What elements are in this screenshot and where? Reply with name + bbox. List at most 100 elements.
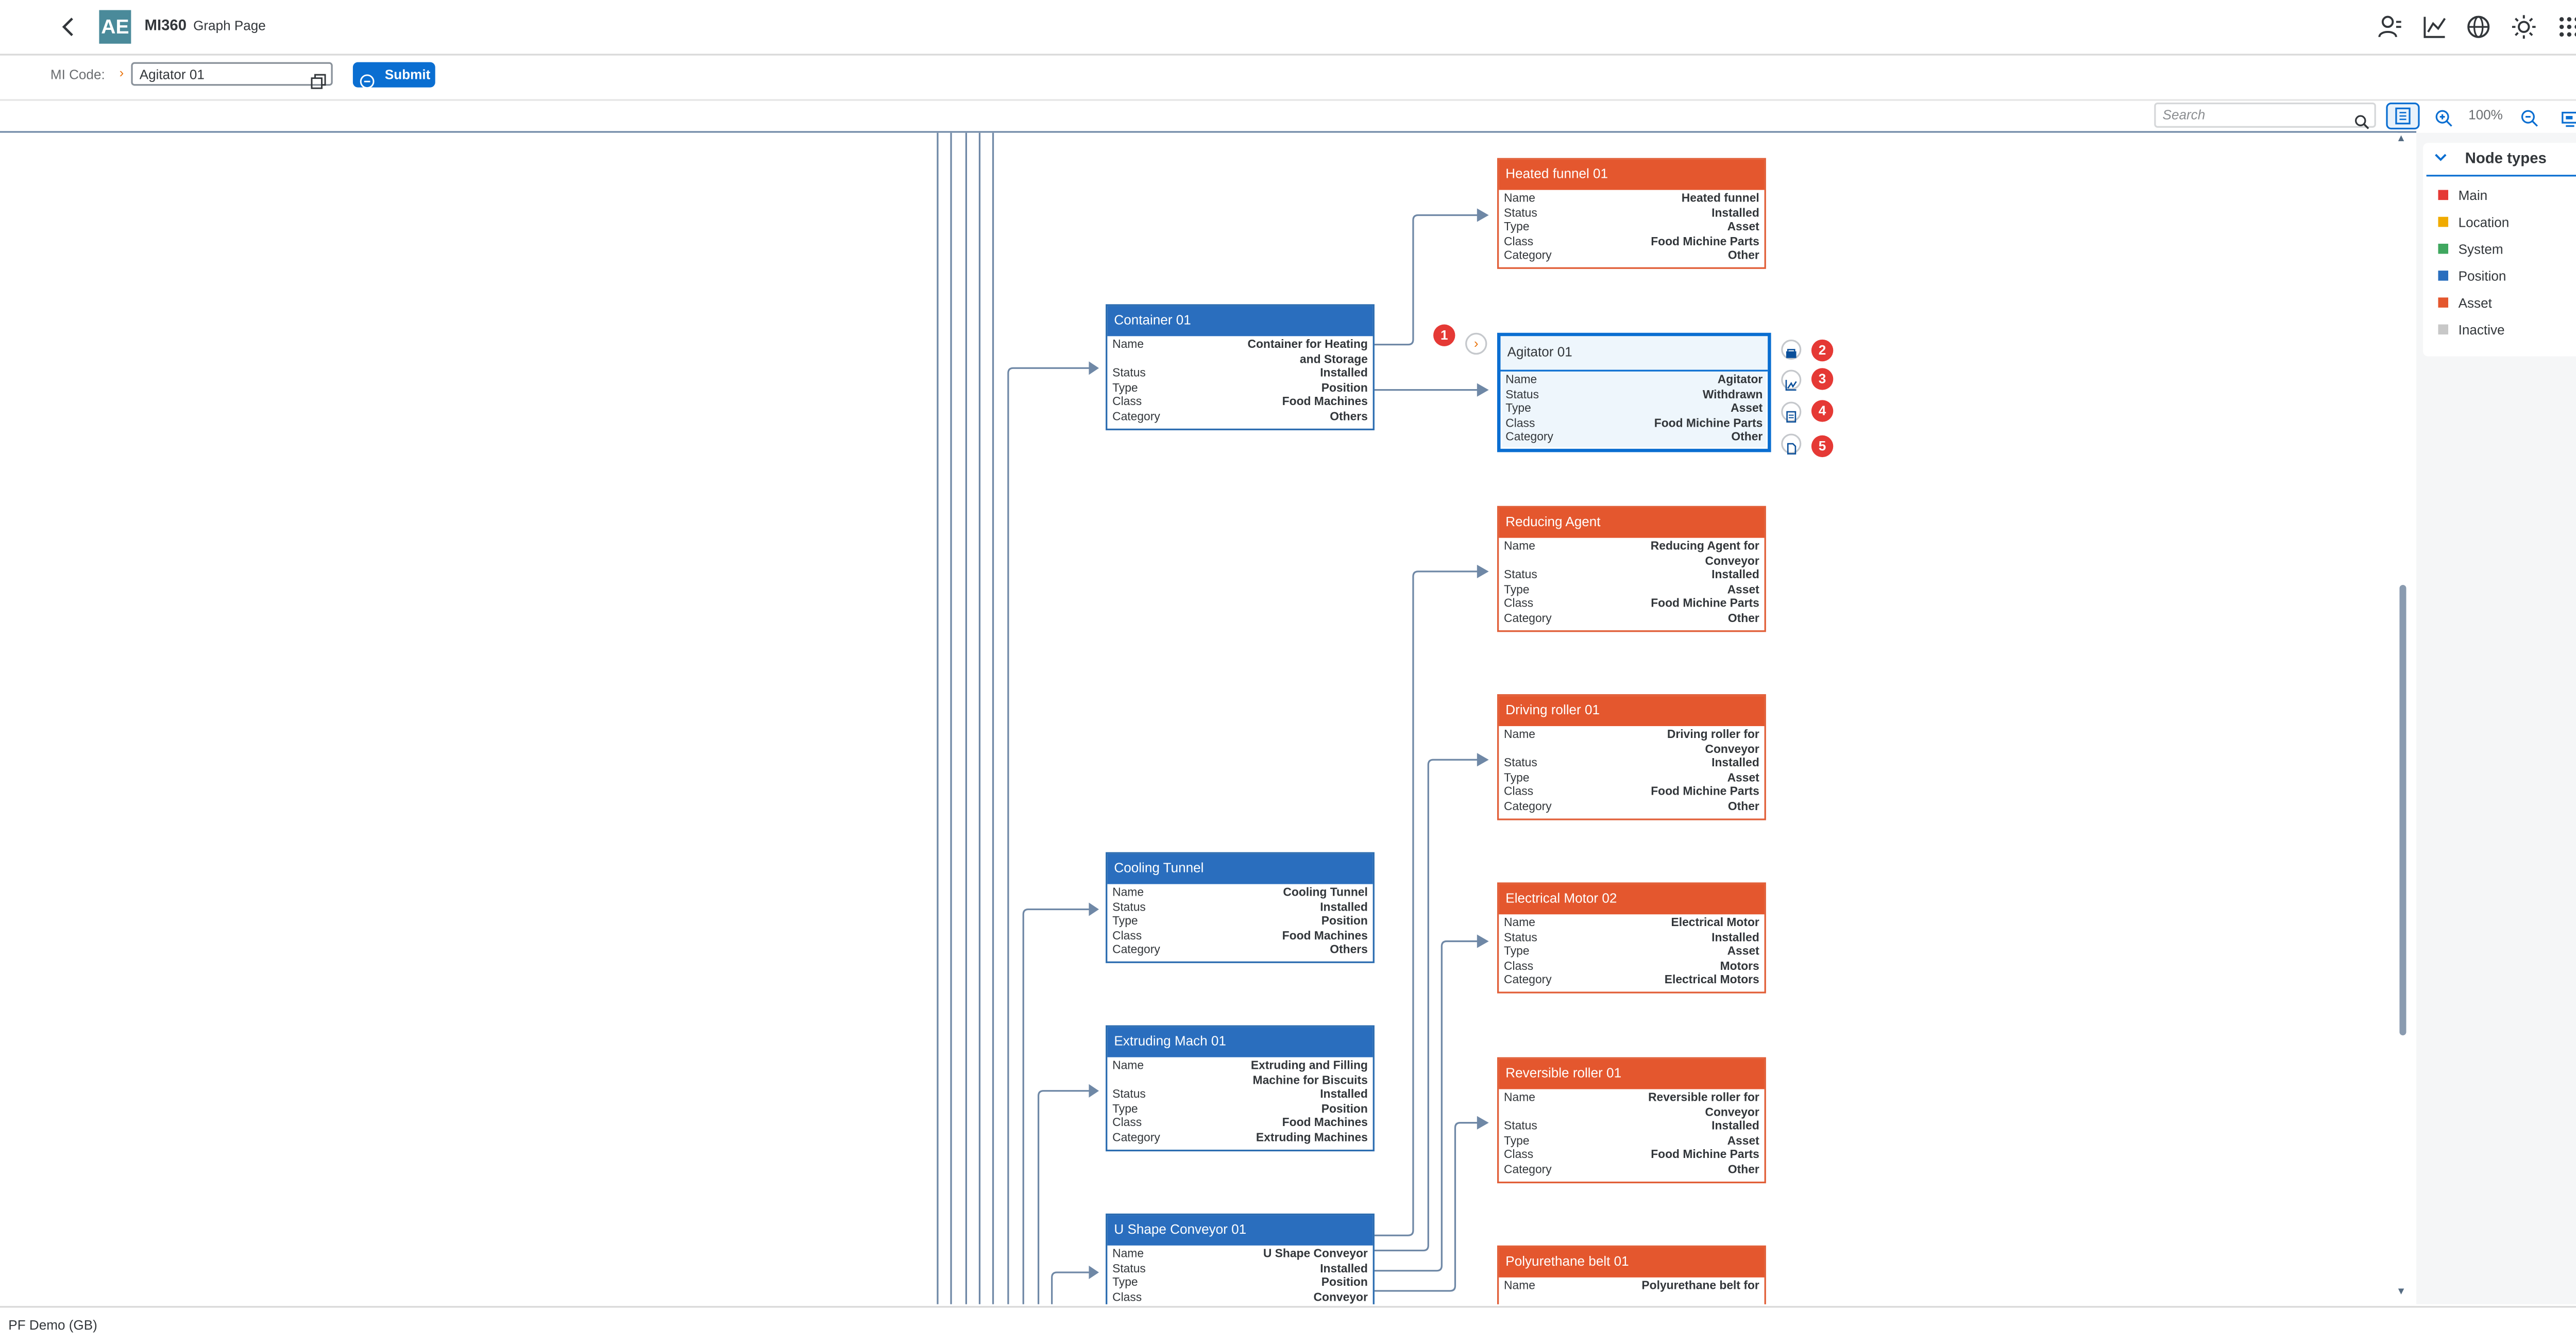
node-title: Agitator 01 (1500, 336, 1768, 372)
field-value: Food Machines (1282, 397, 1368, 409)
field-value: Withdrawn (1702, 389, 1763, 401)
legend-divider (2426, 175, 2576, 177)
node-agitator-selected[interactable]: Agitator 01 Name Agitator Status Withdrawn… (1497, 332, 1771, 452)
callout-4: 4 (1811, 400, 1834, 422)
app-logo: AE (99, 10, 131, 44)
fit-to-screen-icon[interactable] (2561, 106, 2576, 127)
node-container[interactable]: Container 01 Name Container for Heating a… (1106, 304, 1375, 430)
field-value: Food Michine Parts (1651, 787, 1759, 799)
field-label: Category (1112, 1133, 1160, 1145)
analytics-icon[interactable] (2421, 13, 2448, 40)
zoom-level: 100% (2468, 107, 2503, 123)
field-label: Class (1504, 1150, 1534, 1162)
node-heated-funnel[interactable]: Heated funnel 01 Name Heated funnel Statu… (1497, 158, 1766, 269)
mi-code-input[interactable]: Agitator 01 (131, 62, 333, 86)
node-title: Container 01 (1107, 306, 1373, 337)
node-title: Heated funnel 01 (1499, 159, 1765, 190)
field-value: Food Michine Parts (1654, 418, 1763, 430)
node-reducing-agent[interactable]: Reducing Agent Name Reducing Agent for Co… (1497, 506, 1766, 631)
callout-2: 2 (1811, 339, 1834, 362)
field-label: Class (1504, 599, 1534, 611)
node-electrical-motor[interactable]: Electrical Motor 02 Name Electrical Motor… (1497, 882, 1766, 994)
field-label: Name (1504, 917, 1535, 930)
node-report-icon[interactable] (1781, 401, 1802, 423)
field-value: Extruding Machines (1256, 1133, 1368, 1145)
node-reversible-roller[interactable]: Reversible roller 01 Name Reversible roll… (1497, 1057, 1766, 1183)
field-label: Name (1504, 1092, 1535, 1104)
field-label: Type (1112, 916, 1138, 928)
node-extruding-machine[interactable]: Extruding Mach 01 Name Extruding and Fill… (1106, 1025, 1375, 1151)
field-label: Category (1504, 801, 1552, 814)
legend-toggle-button[interactable] (2386, 102, 2420, 130)
scroll-up-icon[interactable]: ▲ (2396, 135, 2406, 145)
legend-swatch (2438, 190, 2449, 200)
graph-canvas[interactable]: Heated funnel 01 Name Heated funnel Statu… (0, 132, 2398, 1304)
field-label: Category (1505, 432, 1553, 445)
chevron-right-icon: › (119, 65, 124, 81)
field-value: Position (1321, 1104, 1368, 1116)
zoom-in-icon[interactable] (2435, 106, 2453, 127)
field-value: Installed (1711, 570, 1759, 582)
legend-swatch (2438, 271, 2449, 281)
node-title: Reversible roller 01 (1499, 1059, 1765, 1089)
globe-icon[interactable] (2465, 13, 2492, 40)
app-grid-icon[interactable] (2556, 13, 2576, 40)
expand-node-icon[interactable]: › (1465, 332, 1487, 355)
page-title: Graph Page (193, 18, 266, 34)
node-u-shape-conveyor[interactable]: U Shape Conveyor 01 Name U Shape Conveyor… (1106, 1213, 1375, 1304)
field-label: Type (1504, 773, 1530, 785)
field-value: Installed (1711, 208, 1759, 220)
system-label: PF Demo (GB) (8, 1318, 97, 1333)
field-value: Others (1330, 945, 1368, 958)
chevron-down-icon[interactable] (2433, 149, 2448, 168)
field-label: Name (1504, 729, 1535, 742)
field-label: Status (1505, 389, 1539, 401)
field-label: Class (1112, 1118, 1142, 1130)
field-label: Status (1112, 902, 1146, 914)
node-title: U Shape Conveyor 01 (1107, 1215, 1373, 1246)
field-label: Class (1504, 237, 1534, 248)
legend-item-inactive: Inactive (2438, 323, 2505, 340)
field-label: Category (1504, 1165, 1552, 1177)
zoom-out-icon[interactable] (2520, 106, 2539, 127)
field-label: Category (1112, 411, 1160, 424)
user-settings-icon[interactable] (2376, 13, 2403, 40)
field-value: Others (1330, 411, 1368, 424)
node-polyurethane-belt[interactable]: Polyurethane belt 01 Name Polyurethane be… (1497, 1245, 1766, 1304)
scroll-down-icon[interactable]: ▼ (2396, 1287, 2406, 1298)
field-label: Name (1504, 193, 1535, 205)
submit-icon (360, 67, 375, 89)
node-details-icon[interactable] (1781, 339, 1802, 360)
search-input[interactable]: Search (2154, 102, 2376, 128)
mi-code-label: MI Code: (50, 67, 105, 82)
field-value: Polyurethane belt for (1641, 1281, 1759, 1293)
node-cooling-tunnel[interactable]: Cooling Tunnel Name Cooling Tunnel Status… (1106, 852, 1375, 963)
field-value: Food Michine Parts (1651, 237, 1759, 248)
field-value: Extruding and Filling Machine for Biscui… (1250, 1061, 1368, 1087)
legend-swatch (2438, 216, 2449, 227)
node-document-icon[interactable] (1781, 433, 1802, 455)
field-label: Status (1112, 1263, 1146, 1275)
field-label: Class (1112, 397, 1142, 409)
legend-label: Main (2458, 188, 2488, 204)
field-value: Asset (1727, 1136, 1759, 1148)
legend-label: Position (2458, 268, 2506, 284)
legend-label: System (2458, 242, 2503, 258)
callout-5: 5 (1811, 435, 1834, 458)
back-icon[interactable] (56, 13, 82, 40)
field-label: Status (1504, 932, 1537, 944)
field-value: Installed (1320, 368, 1368, 380)
footer-bar (0, 1306, 2576, 1340)
legend-item-position: Position (2438, 269, 2506, 286)
node-title: Driving roller 01 (1499, 696, 1765, 726)
search-icon[interactable] (2354, 108, 2369, 129)
node-driving-roller[interactable]: Driving roller 01 Name Driving roller for… (1497, 694, 1766, 820)
value-help-icon[interactable] (311, 67, 326, 89)
node-chart-icon[interactable] (1781, 370, 1802, 391)
field-label: Class (1504, 787, 1534, 799)
scrollbar-thumb[interactable] (2399, 585, 2406, 1036)
shell-bar (0, 0, 2576, 56)
theme-icon[interactable] (2511, 13, 2537, 40)
field-value: Electrical Motors (1664, 975, 1759, 987)
legend-item-system: System (2438, 242, 2503, 259)
